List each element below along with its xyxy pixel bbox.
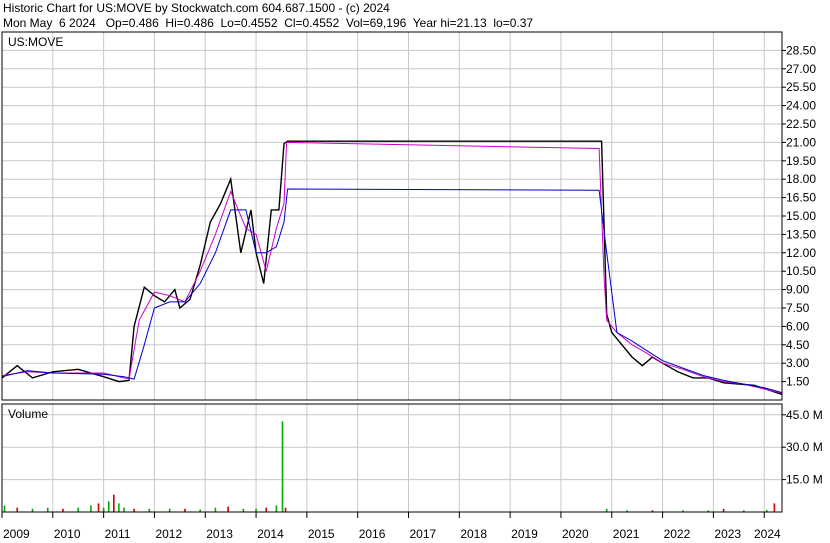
stock-chart: 2009 2010 2011 2012 2013 2014 2015 2016 2017 2018… xyxy=(1,31,823,541)
price-tick-label: 4.50 xyxy=(786,338,810,352)
price-tick-label: 19.50 xyxy=(786,154,816,168)
x-tick-label: 2016 xyxy=(359,527,386,541)
price-tick-label: 1.50 xyxy=(786,375,810,389)
price-tick-label: 16.50 xyxy=(786,191,816,205)
x-tick-label: 2022 xyxy=(664,527,691,541)
volume-bar xyxy=(118,503,120,512)
price-tick-label: 18.00 xyxy=(786,172,816,186)
x-tick-label: 2019 xyxy=(511,527,538,541)
price-tick-label: 9.00 xyxy=(786,283,810,297)
volume-bar xyxy=(112,494,115,512)
x-tick-label: 2024 xyxy=(754,527,781,541)
x-tick-label: 2010 xyxy=(54,527,81,541)
x-tick-label: 2023 xyxy=(714,527,741,541)
x-tick-label: 2017 xyxy=(410,527,437,541)
volume-tick-label: 15.0 M xyxy=(786,473,823,487)
volume-bar xyxy=(97,503,100,512)
x-axis: 2009 2010 2011 2012 2013 2014 2015 2016 2017 2018… xyxy=(1,512,781,541)
volume-bar xyxy=(16,507,19,512)
volume-bar xyxy=(123,507,125,512)
volume-bar xyxy=(107,501,110,512)
x-tick-label: 2018 xyxy=(460,527,487,541)
volume-tick-label: 45.0 M xyxy=(786,408,823,422)
price-y-axis: 28.50 27.00 25.50 24.00 22.50 21.00 19.50 18.00… xyxy=(782,43,816,389)
price-tick-label: 12.00 xyxy=(786,246,816,260)
volume-bar xyxy=(102,507,105,512)
volume-bar xyxy=(265,507,268,512)
price-tick-label: 27.00 xyxy=(786,62,816,76)
x-tick-label: 2013 xyxy=(206,527,233,541)
price-tick-label: 10.50 xyxy=(786,264,816,278)
x-tick-label: 2021 xyxy=(613,527,640,541)
moving-average-long-line xyxy=(1,188,783,394)
x-tick-label: 2014 xyxy=(257,527,284,541)
x-tick-label: 2009 xyxy=(3,527,30,541)
price-tick-label: 24.00 xyxy=(786,99,816,113)
volume-bar xyxy=(281,421,284,512)
price-tick-label: 3.00 xyxy=(786,356,810,370)
price-tick-label: 21.00 xyxy=(786,135,816,149)
x-tick-label: 2011 xyxy=(105,527,131,541)
volume-bar xyxy=(46,507,49,512)
volume-panel-frame xyxy=(1,403,783,513)
price-tick-label: 28.50 xyxy=(786,43,816,57)
price-tick-label: 25.50 xyxy=(786,80,816,94)
price-tick-label: 6.00 xyxy=(786,319,810,333)
price-tick-label: 22.50 xyxy=(786,117,816,131)
volume-bar xyxy=(90,505,92,512)
price-panel-title: US:MOVE xyxy=(8,35,63,49)
x-tick-label: 2015 xyxy=(308,527,335,541)
volume-grid xyxy=(2,404,782,512)
volume-tick-label: 30.0 M xyxy=(786,440,823,454)
volume-bars xyxy=(3,421,776,512)
price-grid xyxy=(2,32,782,400)
volume-panel-title: Volume xyxy=(8,407,48,421)
volume-bar xyxy=(773,503,776,512)
volume-bar xyxy=(227,506,229,512)
x-tick-label: 2012 xyxy=(155,527,182,541)
volume-y-axis: 45.0 M 30.0 M 15.0 M xyxy=(782,408,823,487)
volume-bar xyxy=(3,505,6,512)
price-tick-label: 7.50 xyxy=(786,301,810,315)
volume-bar xyxy=(284,507,287,512)
moving-average-short-line xyxy=(1,141,783,394)
volume-bar xyxy=(275,505,278,512)
x-tick-label: 2020 xyxy=(562,527,589,541)
price-tick-label: 13.50 xyxy=(786,227,816,241)
price-tick-label: 15.00 xyxy=(786,209,816,223)
volume-bar xyxy=(214,507,217,512)
volume-bar xyxy=(77,507,80,512)
